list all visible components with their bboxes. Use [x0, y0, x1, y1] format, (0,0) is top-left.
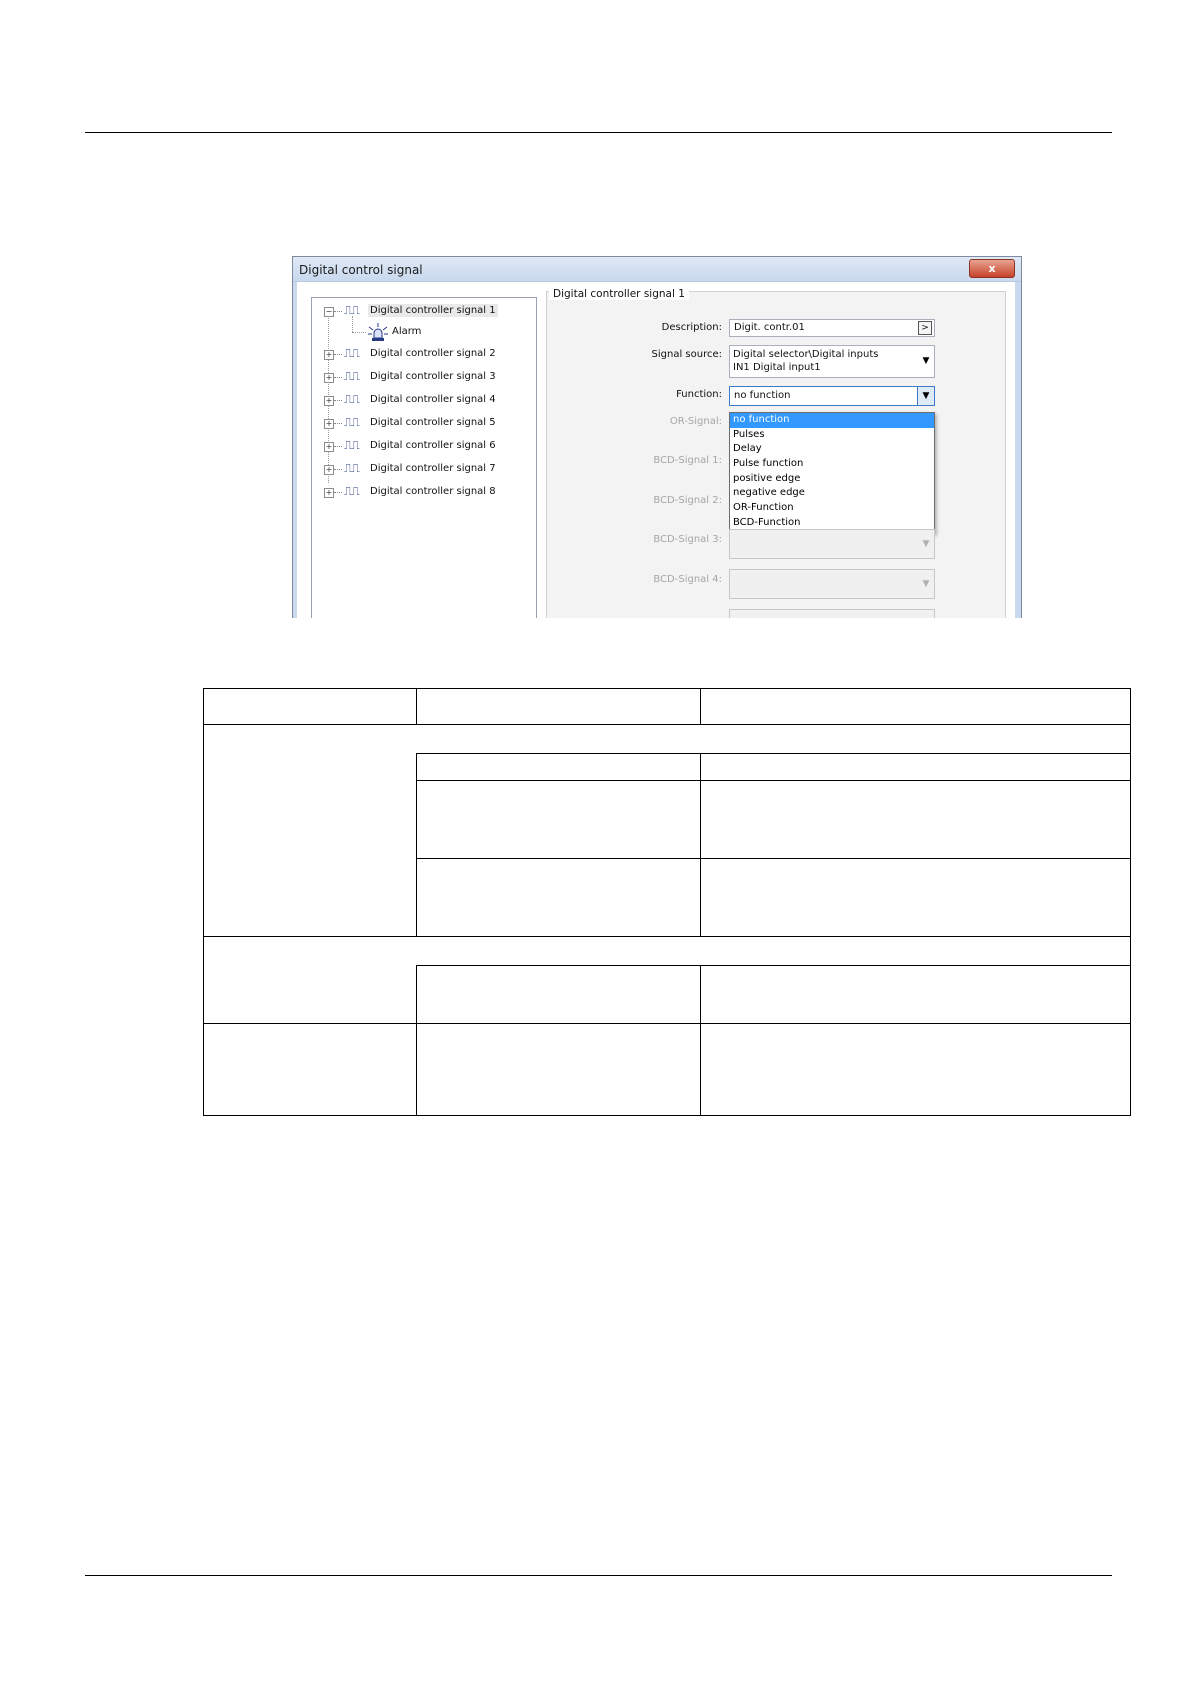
function-dropdown-list[interactable]: no function Pulses Delay Pulse function …: [729, 412, 935, 534]
tree-connector: [334, 469, 342, 470]
tree-item-label: Digital controller signal 8: [370, 486, 496, 497]
table-row-divider: [416, 965, 1130, 966]
dialog-border-right: [1015, 282, 1021, 618]
dialog-title: Digital control signal: [299, 263, 423, 277]
function-option[interactable]: no function: [730, 413, 934, 428]
alarm-light-icon: [368, 323, 388, 344]
page-header-rule: [85, 132, 1112, 133]
bcd-signal-1-label: BCD-Signal 1:: [653, 455, 722, 466]
chevron-down-icon: ▼: [922, 579, 930, 589]
tree-item-label: Digital controller signal 7: [370, 463, 496, 474]
bcd-signal-3-label: BCD-Signal 3:: [653, 534, 722, 545]
tree-connector: [352, 316, 353, 332]
expand-icon[interactable]: +: [324, 465, 334, 475]
tree-item-label: Digital controller signal 6: [370, 440, 496, 451]
next-disabled-select[interactable]: [729, 609, 935, 618]
bcd-signal-4-select[interactable]: ▼: [729, 569, 935, 599]
description-edit-button[interactable]: >: [918, 321, 932, 335]
function-option[interactable]: negative edge: [730, 486, 934, 501]
digital-control-signal-dialog: Digital control signal x − ⎍⎍ Digital co…: [292, 256, 1022, 618]
expand-icon[interactable]: +: [324, 350, 334, 360]
tree-item-label: Digital controller signal 5: [370, 417, 496, 428]
table-column-divider: [416, 753, 417, 936]
tree-connector: [334, 492, 342, 493]
description-value: Digit. contr.01: [734, 322, 805, 333]
tree-connector: [334, 311, 342, 312]
function-label: Function:: [676, 389, 722, 400]
table-column-divider: [416, 965, 417, 1115]
tree-connector: [334, 377, 342, 378]
tree-connector: [334, 423, 342, 424]
dialog-titlebar: Digital control signal x: [293, 257, 1021, 282]
function-option[interactable]: Pulses: [730, 428, 934, 443]
tree-item-label: Digital controller signal 3: [370, 371, 496, 382]
function-option[interactable]: Delay: [730, 442, 934, 457]
or-signal-label: OR-Signal:: [669, 416, 722, 427]
function-option[interactable]: OR-Function: [730, 501, 934, 516]
close-button[interactable]: x: [969, 259, 1015, 278]
description-label: Description:: [661, 322, 722, 333]
page-footer-rule: [85, 1575, 1112, 1576]
expand-icon[interactable]: +: [324, 373, 334, 383]
group-title: Digital controller signal 1: [549, 288, 689, 300]
pulse-signal-icon: ⎍⎍: [344, 369, 360, 383]
tree-item-label: Digital controller signal 4: [370, 394, 496, 405]
pulse-signal-icon: ⎍⎍: [344, 415, 360, 429]
parameter-table: [203, 688, 1131, 1116]
table-row-divider: [204, 724, 1130, 725]
function-option[interactable]: Pulse function: [730, 457, 934, 472]
bcd-signal-3-select[interactable]: ▼: [729, 529, 935, 559]
close-icon: x: [988, 262, 996, 275]
function-value: no function: [734, 390, 791, 401]
signal-source-select[interactable]: Digital selector\Digital inputs IN1 Digi…: [729, 345, 935, 378]
pulse-signal-icon: ⎍⎍: [344, 392, 360, 406]
chevron-down-icon[interactable]: ▼: [918, 346, 934, 377]
collapse-icon[interactable]: −: [324, 307, 334, 317]
tree-connector: [352, 332, 366, 333]
expand-icon[interactable]: +: [324, 396, 334, 406]
pulse-signal-icon: ⎍⎍: [344, 346, 360, 360]
function-select[interactable]: no function ▼: [729, 386, 935, 406]
pulse-signal-icon: ⎍⎍: [344, 438, 360, 452]
bcd-signal-4-label: BCD-Signal 4:: [653, 574, 722, 585]
table-row-divider: [204, 1023, 1130, 1024]
chevron-down-icon[interactable]: ▼: [917, 387, 934, 405]
dialog-border-left: [293, 282, 297, 618]
signal-tree[interactable]: − ⎍⎍ Digital controller signal 1 Alarm +…: [311, 297, 537, 618]
table-row-divider: [416, 780, 1130, 781]
tree-connector: [334, 354, 342, 355]
pulse-signal-icon: ⎍⎍: [344, 461, 360, 475]
pulse-signal-icon: ⎍⎍: [344, 303, 360, 317]
expand-icon[interactable]: +: [324, 419, 334, 429]
chevron-down-icon: ▼: [922, 539, 930, 549]
expand-icon[interactable]: +: [324, 442, 334, 452]
expand-icon[interactable]: +: [324, 488, 334, 498]
function-option[interactable]: positive edge: [730, 472, 934, 487]
tree-item-label: Digital controller signal 1: [368, 304, 498, 317]
tree-connector: [334, 446, 342, 447]
table-column-divider: [700, 689, 701, 724]
table-column-divider: [416, 689, 417, 724]
tree-item-label: Digital controller signal 2: [370, 348, 496, 359]
description-input[interactable]: Digit. contr.01 >: [729, 319, 935, 337]
signal-source-line2: IN1 Digital input1: [733, 362, 821, 373]
bcd-signal-2-label: BCD-Signal 2:: [653, 495, 722, 506]
signal-source-line1: Digital selector\Digital inputs: [733, 349, 879, 360]
table-row-divider: [204, 936, 1130, 937]
pulse-signal-icon: ⎍⎍: [344, 484, 360, 498]
table-row-divider: [416, 753, 1130, 754]
table-row-divider: [416, 858, 1130, 859]
signal-source-label: Signal source:: [651, 349, 722, 360]
table-column-divider: [700, 965, 701, 1115]
table-column-divider: [700, 753, 701, 936]
tree-connector: [334, 400, 342, 401]
tree-item-label: Alarm: [392, 326, 422, 337]
